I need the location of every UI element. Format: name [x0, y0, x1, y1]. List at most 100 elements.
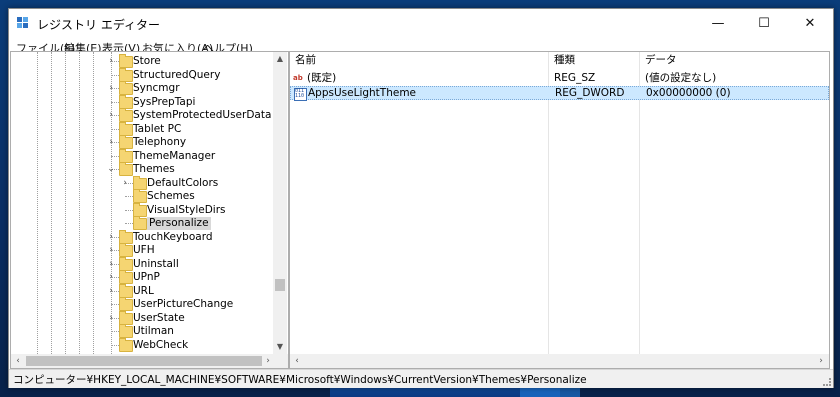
folder-icon: [119, 81, 133, 95]
scroll-left-arrow-icon[interactable]: ‹: [11, 354, 25, 368]
tree-scroll-thumb[interactable]: [275, 279, 285, 291]
tree-item-systemprotecteduserdata[interactable]: › SystemProtectedUserData: [11, 108, 273, 122]
tree-item-userstate[interactable]: › UserState: [11, 310, 273, 325]
tree-item-label: Syncmgr: [133, 82, 180, 94]
folder-icon: [119, 94, 133, 109]
tree-item-upnp[interactable]: › UPnP: [11, 270, 273, 284]
expand-chevron-icon[interactable]: ›: [106, 285, 116, 298]
expand-chevron-icon[interactable]: ›: [106, 312, 116, 325]
tree-item-schemes[interactable]: Schemes: [11, 189, 273, 203]
folder-icon: [119, 162, 133, 176]
expand-chevron-icon[interactable]: ›: [106, 109, 116, 122]
scroll-up-arrow-icon[interactable]: ▲: [273, 52, 287, 66]
tree-item-touchkeyboard[interactable]: › TouchKeyboard: [11, 229, 273, 244]
list-horizontal-scrollbar[interactable]: ‹ ›: [290, 354, 829, 368]
window-title: レジストリ エディター: [37, 18, 160, 32]
column-header-name[interactable]: 名前: [295, 52, 316, 68]
folder-icon: [119, 148, 133, 163]
expand-chevron-icon[interactable]: ›: [106, 258, 116, 271]
expand-chevron-icon[interactable]: ›: [106, 244, 116, 257]
expand-chevron-icon[interactable]: ›: [106, 55, 116, 68]
scroll-right-arrow-icon[interactable]: ›: [261, 354, 275, 368]
values-list-pane[interactable]: 名前 種類 データ ab (既定) REG_SZ (値の設定なし) 011 110…: [289, 51, 830, 369]
tree-item-label: Tablet PC: [133, 122, 182, 135]
expand-chevron-icon[interactable]: ›: [106, 136, 116, 149]
scroll-left-arrow-icon[interactable]: ‹: [290, 354, 304, 368]
folder-icon: [133, 175, 147, 190]
folder-icon: [133, 202, 147, 217]
tree-item-tablet-pc[interactable]: Tablet PC: [11, 121, 273, 136]
tree-item-syncmgr[interactable]: › Syncmgr: [11, 81, 273, 95]
folder-icon: [133, 189, 147, 203]
tree-item-label: Themes: [133, 163, 175, 175]
tree-item-structuredquery[interactable]: StructuredQuery: [11, 67, 273, 82]
tree-item-label: UPnP: [133, 271, 160, 283]
tree-item-defaultcolors[interactable]: › DefaultColors: [11, 175, 273, 190]
expand-chevron-icon[interactable]: ›: [106, 271, 116, 284]
folder-icon: [119, 135, 133, 149]
folder-icon: [119, 310, 133, 325]
tree-item-syspreptapi[interactable]: SysPrepTapi: [11, 94, 273, 109]
expand-chevron-icon[interactable]: ›: [106, 82, 116, 95]
folder-icon: [119, 67, 133, 82]
status-bar: コンピューター¥HKEY_LOCAL_MACHINE¥SOFTWARE¥Micr…: [9, 369, 833, 388]
registry-editor-window: レジストリ エディター — ☐ ✕ ファイル(F) 編集(E) 表示(V) お気…: [8, 8, 834, 388]
expand-chevron-icon: [106, 339, 116, 352]
folder-icon: [119, 324, 133, 338]
expand-chevron-icon: [120, 217, 130, 230]
tree-item-utilman[interactable]: Utilman: [11, 324, 273, 338]
resize-grip-icon[interactable]: [823, 378, 831, 386]
titlebar: レジストリ エディター — ☐ ✕: [9, 9, 833, 38]
tree-item-userpicturechange[interactable]: UserPictureChange: [11, 297, 273, 311]
maximize-button[interactable]: ☐: [741, 9, 787, 38]
tree-item-url[interactable]: › URL: [11, 283, 273, 298]
column-header-data[interactable]: データ: [645, 52, 677, 68]
key-tree-pane[interactable]: › Store StructuredQuery › Syncmgr SysPrepTapi…: [10, 51, 289, 369]
folder-icon: [119, 229, 133, 244]
tree-item-label: SysPrepTapi: [133, 95, 196, 108]
expand-chevron-icon[interactable]: ›: [106, 231, 116, 244]
value-row-selected[interactable]: 011 110 AppsUseLightTheme REG_DWORD 0x000…: [290, 86, 829, 101]
key-path: コンピューター¥HKEY_LOCAL_MACHINE¥SOFTWARE¥Micr…: [13, 374, 587, 386]
tree-item-uninstall[interactable]: › Uninstall: [11, 256, 273, 271]
minimize-button[interactable]: —: [695, 9, 741, 38]
column-header-type[interactable]: 種類: [554, 52, 575, 68]
value-name: (既定): [307, 72, 337, 84]
value-type: REG_SZ: [554, 72, 596, 84]
expand-chevron-icon[interactable]: ›: [120, 177, 130, 190]
tree-item-themes[interactable]: ⌄ Themes: [11, 162, 273, 176]
value-data: (値の設定なし): [645, 72, 717, 84]
collapse-chevron-icon[interactable]: ⌄: [106, 163, 116, 176]
tree-hscroll-thumb[interactable]: [26, 356, 262, 366]
tree-item-label: SystemProtectedUserData: [133, 109, 272, 121]
expand-chevron-icon: [106, 96, 116, 109]
tree-item-label: DefaultColors: [147, 176, 219, 189]
folder-icon: [119, 54, 133, 68]
value-data: 0x00000000 (0): [646, 87, 731, 99]
folder-icon: [119, 337, 133, 352]
tree-item-label: Schemes: [147, 190, 195, 202]
expand-chevron-icon: [106, 150, 116, 163]
tree-item-store[interactable]: › Store: [11, 54, 273, 68]
tree-item-personalize[interactable]: Personalize: [11, 216, 273, 230]
value-row[interactable]: ab (既定) REG_SZ (値の設定なし): [290, 72, 829, 86]
close-button[interactable]: ✕: [787, 9, 833, 38]
registry-editor-icon: [17, 17, 29, 29]
tree-item-label: StructuredQuery: [133, 68, 221, 81]
expand-chevron-icon: [120, 190, 130, 203]
tree-item-label: URL: [133, 284, 154, 297]
tree-item-label: WebCheck: [133, 338, 189, 351]
tree-item-thememanager[interactable]: ThemeManager: [11, 148, 273, 163]
scroll-right-arrow-icon[interactable]: ›: [814, 354, 828, 368]
folder-icon: [119, 283, 133, 298]
tree-horizontal-scrollbar[interactable]: ‹ ›: [11, 354, 288, 368]
tree-item-webcheck[interactable]: WebCheck: [11, 337, 273, 352]
expand-chevron-icon: [120, 204, 130, 217]
tree-item-label: Uninstall: [133, 257, 179, 270]
tree-vertical-scrollbar[interactable]: ▲ ▼: [273, 52, 287, 354]
tree-item-telephony[interactable]: › Telephony: [11, 135, 273, 149]
expand-chevron-icon: [106, 69, 116, 82]
tree-item-visualstyledirs[interactable]: VisualStyleDirs: [11, 202, 273, 217]
scroll-down-arrow-icon[interactable]: ▼: [273, 340, 287, 354]
tree-item-ufh[interactable]: › UFH: [11, 243, 273, 257]
